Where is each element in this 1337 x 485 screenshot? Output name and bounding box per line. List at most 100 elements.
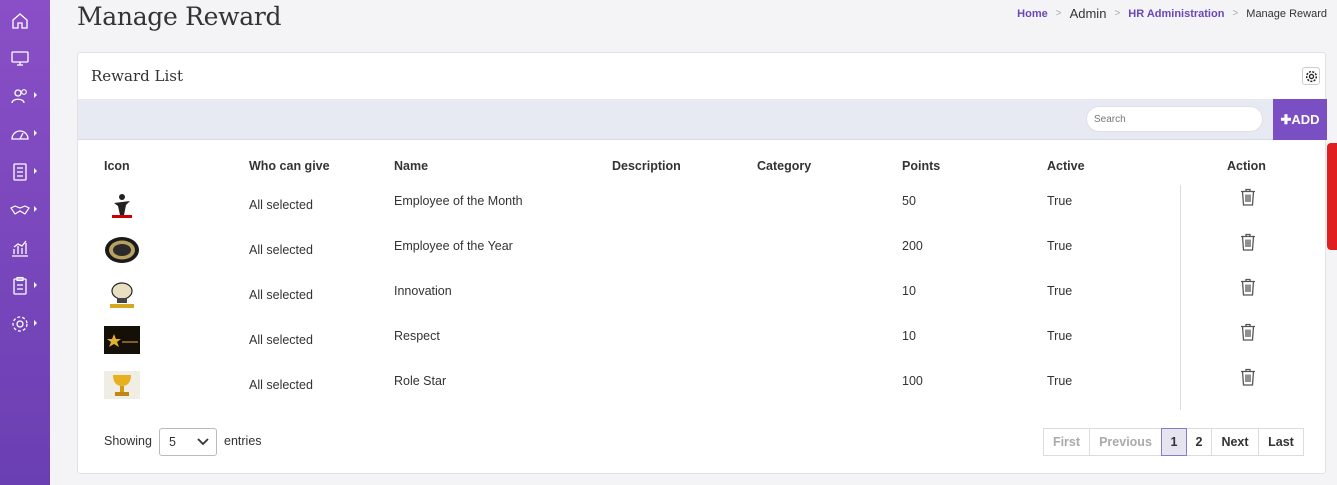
sidebar-item-monitor[interactable]	[10, 45, 40, 71]
points-cell: 200	[902, 239, 923, 253]
column-header-points[interactable]: Points	[902, 159, 940, 173]
breadcrumb-separator-icon: >	[1232, 8, 1239, 19]
showing-label: Showing	[104, 434, 152, 448]
card-title: Reward List	[91, 67, 183, 85]
card-settings-button[interactable]	[1302, 67, 1320, 85]
sidebar-item-chart[interactable]	[10, 235, 40, 261]
home-icon	[12, 13, 28, 29]
breadcrumb-current: Manage Reward	[1246, 7, 1327, 20]
active-cell: True	[1047, 284, 1073, 298]
clipboard-icon	[13, 276, 27, 295]
sidebar-item-settings[interactable]	[10, 311, 40, 337]
chart-icon	[12, 240, 28, 257]
breadcrumb-home[interactable]: Home	[1017, 8, 1048, 20]
caret-right-icon	[34, 168, 37, 174]
name-cell: Employee of the Year	[394, 239, 513, 253]
column-header-description[interactable]: Description	[612, 159, 681, 173]
pagination-page-1[interactable]: 1	[1161, 428, 1187, 456]
trash-icon	[1241, 188, 1255, 206]
points-cell: 100	[902, 374, 923, 388]
sidebar-item-dashboard[interactable]	[10, 121, 40, 147]
add-button-label: ADD	[1291, 112, 1320, 127]
reward-list-card: Reward List ✚ADD Icon Who can give Name …	[77, 52, 1327, 474]
users-icon	[11, 89, 27, 104]
pagination-last[interactable]: Last	[1258, 428, 1304, 456]
pagination-page-2[interactable]: 2	[1186, 428, 1212, 456]
entries-label: entries	[224, 434, 262, 448]
employee-of-year-image	[105, 237, 139, 263]
column-header-who-can-give[interactable]: Who can give	[249, 159, 330, 173]
breadcrumb-separator-icon: >	[1055, 8, 1062, 19]
list-icon	[13, 163, 27, 181]
table-toolbar: ✚ADD	[78, 99, 1327, 140]
points-cell: 10	[902, 329, 916, 343]
chevron-down-icon	[197, 438, 209, 446]
sidebar-item-home[interactable]	[10, 8, 40, 34]
pagination: First Previous 1 2 Next Last	[1043, 428, 1304, 456]
trash-icon	[1241, 233, 1255, 251]
respect-image	[104, 326, 140, 354]
sidebar	[0, 0, 50, 485]
active-cell: True	[1047, 239, 1073, 253]
column-header-action: Action	[1227, 159, 1266, 173]
delete-button[interactable]	[1240, 233, 1256, 251]
trash-icon	[1241, 278, 1255, 296]
delete-button[interactable]	[1240, 278, 1256, 296]
sidebar-item-clipboard[interactable]	[10, 273, 40, 299]
name-cell: Innovation	[394, 284, 452, 298]
pagination-previous[interactable]: Previous	[1089, 428, 1162, 456]
caret-right-icon	[34, 92, 37, 98]
name-cell: Employee of the Month	[394, 194, 523, 208]
pagination-first[interactable]: First	[1043, 428, 1090, 456]
column-header-icon[interactable]: Icon	[104, 159, 130, 173]
sidebar-item-users[interactable]	[10, 83, 40, 109]
delete-button[interactable]	[1240, 323, 1256, 341]
breadcrumb-separator-icon: >	[1114, 8, 1121, 19]
trash-icon	[1241, 368, 1255, 386]
name-cell: Respect	[394, 329, 440, 343]
who-can-give-cell: All selected	[249, 198, 313, 212]
gear-icon	[1305, 70, 1317, 82]
handshake-icon	[10, 205, 30, 215]
delete-button[interactable]	[1240, 188, 1256, 206]
points-cell: 10	[902, 284, 916, 298]
add-button[interactable]: ✚ ADD	[1273, 99, 1327, 140]
column-header-category[interactable]: Category	[757, 159, 811, 173]
caret-right-icon	[34, 320, 37, 326]
scroll-indicator	[1327, 143, 1337, 250]
breadcrumb-hr-administration[interactable]: HR Administration	[1128, 8, 1224, 20]
plus-icon: ✚	[1280, 111, 1292, 127]
trash-icon	[1241, 323, 1255, 341]
column-header-name[interactable]: Name	[394, 159, 428, 173]
monitor-icon	[11, 51, 29, 66]
caret-right-icon	[34, 282, 37, 288]
search-input[interactable]	[1086, 106, 1263, 132]
sidebar-item-list[interactable]	[10, 159, 40, 185]
caret-right-icon	[34, 130, 37, 136]
active-cell: True	[1047, 374, 1073, 388]
who-can-give-cell: All selected	[249, 333, 313, 347]
pagination-next[interactable]: Next	[1211, 428, 1259, 456]
role-star-image	[104, 371, 140, 399]
column-divider	[1180, 185, 1181, 410]
dashboard-gauge-icon	[11, 130, 29, 140]
employee-of-month-image	[104, 191, 140, 219]
settings-icon	[12, 316, 28, 332]
innovation-image	[104, 281, 140, 309]
page-title: Manage Reward	[77, 2, 282, 31]
column-header-active[interactable]: Active	[1047, 159, 1085, 173]
delete-button[interactable]	[1240, 368, 1256, 386]
who-can-give-cell: All selected	[249, 243, 313, 257]
points-cell: 50	[902, 194, 916, 208]
breadcrumb-admin: Admin	[1069, 6, 1107, 21]
breadcrumb: Home > Admin > HR Administration > Manag…	[1017, 6, 1327, 21]
name-cell: Role Star	[394, 374, 447, 388]
sidebar-item-handshake[interactable]	[10, 197, 40, 223]
entries-per-page-select[interactable]: 5	[159, 428, 217, 456]
who-can-give-cell: All selected	[249, 288, 313, 302]
caret-right-icon	[34, 206, 37, 212]
entries-select-value: 5	[169, 435, 176, 449]
active-cell: True	[1047, 194, 1073, 208]
who-can-give-cell: All selected	[249, 378, 313, 392]
active-cell: True	[1047, 329, 1073, 343]
